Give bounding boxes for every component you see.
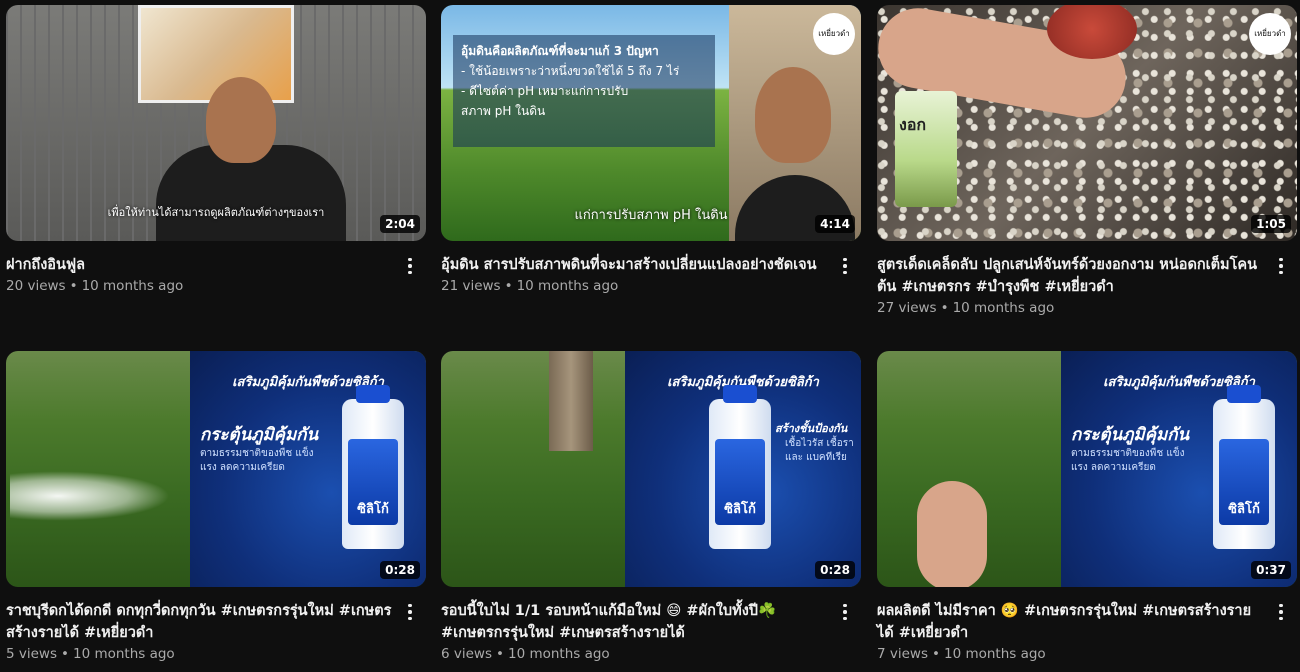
- promo-subtext: ตามธรรมชาติของพืช แข็งแรง ลดความเครียด: [200, 448, 314, 473]
- more-actions-icon[interactable]: [835, 600, 855, 624]
- separator-dot: •: [940, 300, 949, 316]
- more-actions-icon[interactable]: [1271, 600, 1291, 624]
- video-stats: 5 views • 10 months ago: [6, 646, 396, 662]
- video-stats: 6 views • 10 months ago: [441, 646, 831, 662]
- video-thumbnail[interactable]: เสริมภูมิคุ้มกันพืชด้วยซิลิก้า กระตุ้นภู…: [6, 351, 426, 587]
- separator-dot: •: [69, 278, 78, 294]
- strawberry-image: [1047, 5, 1137, 59]
- video-title[interactable]: ผลผลิตดี ไม่มีราคา 🥺 #เกษตรกรรุ่นใหม่ #เ…: [877, 600, 1267, 644]
- video-stats: 27 views • 10 months ago: [877, 300, 1267, 316]
- video-thumbnail[interactable]: เสริมภูมิคุ้มกันพืชด้วยซิลิก้า สร้างชั้น…: [441, 351, 861, 587]
- presenter-head: [206, 77, 276, 163]
- separator-dot: •: [932, 646, 940, 662]
- upload-age: 10 months ago: [81, 278, 184, 294]
- video-thumbnail[interactable]: งอก เหยี่ยวดำ 1:05: [877, 5, 1297, 241]
- video-stats: 21 views • 10 months ago: [441, 278, 831, 294]
- video-stats: 20 views • 10 months ago: [6, 278, 396, 294]
- bottle-label: ซิลิโก้: [1219, 439, 1269, 525]
- duration-badge: 0:37: [1251, 561, 1291, 579]
- product-bottle: ซิลิโก้: [342, 385, 404, 549]
- video-card[interactable]: อุ้มดินคือผลิตภัณฑ์ที่จะมาแก้ 3 ปัญหา - …: [441, 5, 861, 294]
- video-title[interactable]: รอบนี้ใบไม่ 1/1 รอบหน้าแก้มือใหม่ 😄 #ผัก…: [441, 600, 831, 644]
- presenter-head: [755, 67, 831, 163]
- video-card[interactable]: เสริมภูมิคุ้มกันพืชด้วยซิลิก้า กระตุ้นภู…: [877, 351, 1297, 662]
- product-bottle: ซิลิโก้: [1213, 385, 1275, 549]
- view-count: 6 views: [441, 646, 493, 662]
- duration-badge: 0:28: [815, 561, 855, 579]
- more-actions-icon[interactable]: [835, 254, 855, 278]
- promo-subtext: ตามธรรมชาติของพืช แข็งแรง ลดความเครียด: [1071, 448, 1185, 473]
- video-thumbnail[interactable]: เพื่อให้ท่านได้สามารถดูผลิตภัณฑ์ต่างๆของ…: [6, 5, 426, 241]
- duration-badge: 1:05: [1251, 215, 1291, 233]
- more-actions-icon[interactable]: [400, 254, 420, 278]
- video-thumbnail[interactable]: เสริมภูมิคุ้มกันพืชด้วยซิลิก้า กระตุ้นภู…: [877, 351, 1297, 587]
- video-title[interactable]: อุ้มดิน สารปรับสภาพดินที่จะมาสร้างเปลี่ย…: [441, 254, 831, 276]
- view-count: 27 views: [877, 300, 937, 316]
- video-card[interactable]: เสริมภูมิคุ้มกันพืชด้วยซิลิก้า กระตุ้นภู…: [6, 351, 426, 662]
- upload-age: 10 months ago: [952, 300, 1055, 316]
- promo-panel: เสริมภูมิคุ้มกันพืชด้วยซิลิก้า กระตุ้นภู…: [1061, 351, 1297, 587]
- video-title[interactable]: ฝากถึงอินฟูล: [6, 254, 396, 276]
- view-count: 5 views: [6, 646, 58, 662]
- video-thumbnail[interactable]: อุ้มดินคือผลิตภัณฑ์ที่จะมาแก้ 3 ปัญหา - …: [441, 5, 861, 241]
- promo-headline: กระตุ้นภูมิคุ้มกัน: [1071, 425, 1190, 445]
- promo-panel: เสริมภูมิคุ้มกันพืชด้วยซิลิก้า กระตุ้นภู…: [190, 351, 426, 587]
- promo-subtext: เชื้อไวรัส เชื้อรา และ แบคทีเรีย: [785, 438, 854, 463]
- promo-heading: เสริมภูมิคุ้มกันพืชด้วยซิลิก้า: [1103, 375, 1255, 390]
- promo-headline: สร้างชั้นป้องกัน: [775, 422, 848, 435]
- view-count: 20 views: [6, 278, 66, 294]
- thumbnail-caption: แก่การปรับสภาพ pH ในดิน: [574, 208, 728, 223]
- video-card[interactable]: เพื่อให้ท่านได้สามารถดูผลิตภัณฑ์ต่างๆของ…: [6, 5, 426, 294]
- separator-dot: •: [496, 646, 504, 662]
- video-card[interactable]: เสริมภูมิคุ้มกันพืชด้วยซิลิก้า สร้างชั้น…: [441, 351, 861, 662]
- thumbnail-caption: เพื่อให้ท่านได้สามารถดูผลิตภัณฑ์ต่างๆของ…: [107, 206, 325, 219]
- view-count: 21 views: [441, 278, 501, 294]
- video-title[interactable]: ราชบุรีดกได้ดกดี ดกทุกวี่ดกทุกวัน #เกษตร…: [6, 600, 396, 644]
- palm-trunk: [549, 351, 593, 451]
- thumbnail-line: - ดีไซต์ค่า pH เหมาะแก่การปรับ: [461, 84, 629, 98]
- thumbnail-line: อุ้มดินคือผลิตภัณฑ์ที่จะมาแก้ 3 ปัญหา: [461, 44, 659, 58]
- separator-dot: •: [61, 646, 69, 662]
- more-actions-icon[interactable]: [400, 600, 420, 624]
- duration-badge: 2:04: [380, 215, 420, 233]
- upload-age: 10 months ago: [943, 646, 1046, 662]
- thumbnail-line: - ใช้น้อยเพราะว่าหนึ่งขวดใช้ได้ 5 ถึง 7 …: [461, 64, 680, 78]
- video-title[interactable]: สูตรเด็ดเคล็ดลับ ปลูกเสน่ห์จันทร์ด้วยงอก…: [877, 254, 1267, 298]
- upload-age: 10 months ago: [516, 278, 619, 294]
- channel-logo-icon: เหยี่ยวดำ: [813, 13, 855, 55]
- promo-heading: เสริมภูมิคุ้มกันพืชด้วยซิลิก้า: [232, 375, 384, 390]
- thumbnail-line: สภาพ pH ในดิน: [461, 104, 546, 118]
- duration-badge: 4:14: [815, 215, 855, 233]
- hand-image: [917, 481, 987, 587]
- duration-badge: 0:28: [380, 561, 420, 579]
- bottle-label: ซิลิโก้: [715, 439, 765, 525]
- fertilizer-bag: งอก: [895, 91, 957, 207]
- bag-label: งอก: [899, 115, 927, 134]
- upload-age: 10 months ago: [507, 646, 610, 662]
- upload-age: 10 months ago: [72, 646, 175, 662]
- video-stats: 7 views • 10 months ago: [877, 646, 1267, 662]
- promo-headline: กระตุ้นภูมิคุ้มกัน: [200, 425, 319, 445]
- bottle-label: ซิลิโก้: [348, 439, 398, 525]
- product-bottle: ซิลิโก้: [709, 385, 771, 549]
- water-spray: [10, 471, 170, 521]
- separator-dot: •: [504, 278, 513, 294]
- promo-panel: เสริมภูมิคุ้มกันพืชด้วยซิลิก้า สร้างชั้น…: [625, 351, 861, 587]
- video-card[interactable]: งอก เหยี่ยวดำ 1:05 สูตรเด็ดเคล็ดลับ ปลูก…: [877, 5, 1297, 316]
- more-actions-icon[interactable]: [1271, 254, 1291, 278]
- thumbnail-textbox: อุ้มดินคือผลิตภัณฑ์ที่จะมาแก้ 3 ปัญหา - …: [453, 35, 715, 147]
- view-count: 7 views: [877, 646, 929, 662]
- channel-logo-icon: เหยี่ยวดำ: [1249, 13, 1291, 55]
